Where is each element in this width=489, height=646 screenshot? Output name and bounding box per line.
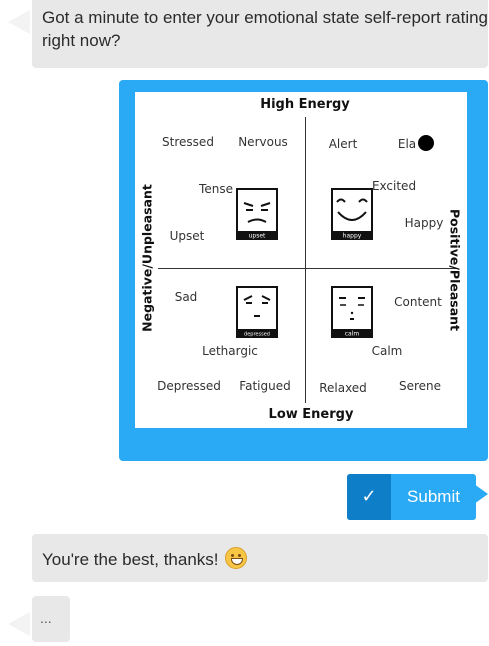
bot-message-text: Got a minute to enter your emotional sta…	[42, 8, 489, 50]
smile-emoji-icon	[224, 547, 247, 569]
depressed-face-icon: depressed	[236, 286, 278, 338]
horizontal-axis	[158, 268, 458, 269]
check-icon: ✓	[361, 486, 377, 507]
bot-message-bubble: You're the best, thanks!	[32, 534, 488, 582]
vertical-axis	[305, 117, 306, 403]
word-upset[interactable]: Upset	[170, 229, 205, 243]
submit-check-area: ✓	[347, 474, 391, 520]
typing-indicator: ...	[40, 610, 52, 626]
word-relaxed[interactable]: Relaxed	[319, 381, 367, 395]
word-tense[interactable]: Tense	[199, 182, 233, 196]
upset-face-icon: upset	[236, 188, 278, 240]
word-nervous[interactable]: Nervous	[238, 135, 288, 149]
word-happy[interactable]: Happy	[405, 216, 444, 230]
bot-message-bubble: Got a minute to enter your emotional sta…	[32, 0, 488, 68]
submit-label: Submit	[407, 487, 460, 506]
svg-text:upset: upset	[249, 233, 266, 240]
bot-message-content: You're the best, thanks!	[42, 547, 247, 571]
low-energy-label: Low Energy	[268, 407, 354, 422]
typing-indicator-bubble: ...	[32, 596, 70, 642]
submit-button[interactable]: ✓ Submit	[347, 474, 476, 520]
happy-face-icon: happy	[331, 188, 373, 240]
bubble-tail	[8, 612, 30, 636]
word-sad[interactable]: Sad	[175, 290, 198, 304]
calm-face-icon: calm	[331, 286, 373, 338]
word-serene[interactable]: Serene	[399, 379, 441, 393]
positive-pleasant-label: Positive/Pleasant	[447, 208, 463, 332]
word-lethargic[interactable]: Lethargic	[202, 344, 258, 358]
negative-unpleasant-label: Negative/Unpleasant	[139, 184, 155, 332]
svg-text:happy: happy	[343, 233, 362, 240]
bubble-tail	[8, 10, 30, 34]
high-energy-label: High Energy	[260, 97, 350, 112]
selection-marker[interactable]	[418, 135, 434, 151]
svg-text:calm: calm	[345, 331, 360, 338]
word-depressed[interactable]: Depressed	[157, 379, 221, 393]
word-alert[interactable]: Alert	[329, 137, 358, 151]
word-calm[interactable]: Calm	[372, 344, 403, 358]
word-fatigued[interactable]: Fatigued	[239, 379, 290, 393]
word-excited[interactable]: Excited	[372, 179, 416, 193]
svg-text:depressed: depressed	[244, 332, 270, 338]
word-stressed[interactable]: Stressed	[162, 135, 214, 149]
submit-bubble-tail	[474, 484, 488, 504]
word-elated[interactable]: Ela	[398, 137, 416, 151]
word-content[interactable]: Content	[394, 295, 442, 309]
bot-message-text: You're the best, thanks!	[42, 550, 219, 569]
